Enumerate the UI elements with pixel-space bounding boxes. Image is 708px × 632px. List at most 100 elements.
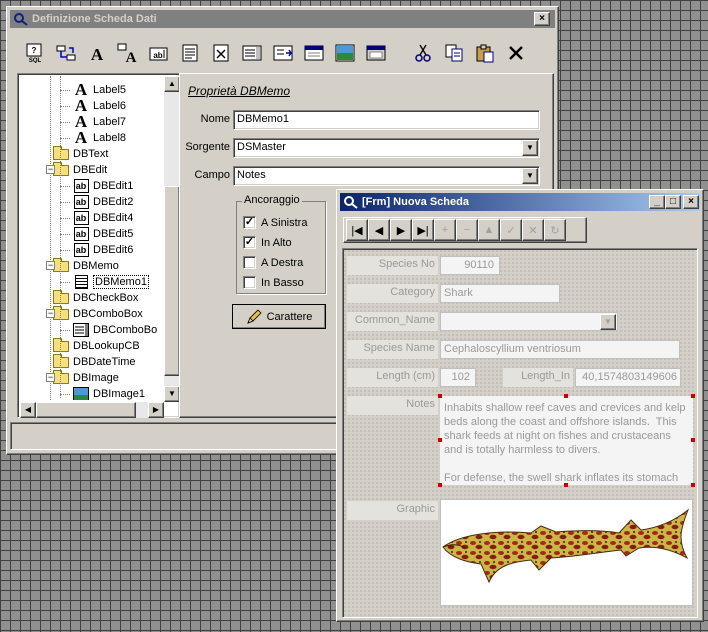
cancel-record-button[interactable]: ✕ bbox=[522, 219, 544, 241]
expand-toggle-icon[interactable]: − bbox=[46, 165, 55, 174]
memo-tool-button[interactable] bbox=[174, 39, 205, 67]
tree-vertical-scrollbar[interactable]: ▲ ▼ bbox=[164, 76, 180, 402]
prior-record-button[interactable]: ◀ bbox=[368, 219, 390, 241]
main-close-button[interactable]: × bbox=[534, 12, 550, 26]
fields-tool-button[interactable] bbox=[50, 39, 81, 67]
edit-record-button[interactable]: ▲ bbox=[478, 219, 500, 241]
campo-select[interactable]: Notes ▼ bbox=[233, 166, 540, 186]
species-no-field[interactable]: 90110 bbox=[440, 256, 500, 275]
tree-item[interactable]: DBLookupCB bbox=[52, 337, 140, 354]
graphic-image-field[interactable] bbox=[440, 499, 693, 606]
expand-toggle-icon[interactable]: − bbox=[46, 309, 55, 318]
checkbox-empty-icon[interactable] bbox=[243, 276, 256, 289]
tree-item[interactable]: DBImage bbox=[52, 369, 119, 386]
delete-tool-button[interactable] bbox=[500, 39, 531, 67]
carattere-button[interactable]: Carattere bbox=[232, 304, 326, 329]
checkmark-icon[interactable]: ✓ bbox=[243, 216, 256, 229]
form-title-bar[interactable]: [Frm] Nuova Scheda bbox=[340, 193, 700, 211]
length-cm-field[interactable]: 102 bbox=[440, 368, 476, 387]
tree-item[interactable]: ab DBEdit2 bbox=[72, 194, 133, 210]
delete-record-button[interactable]: − bbox=[456, 219, 478, 241]
edit-tool-button[interactable]: ab bbox=[143, 39, 174, 67]
chevron-down-icon[interactable]: ▼ bbox=[522, 168, 538, 184]
selection-handle[interactable] bbox=[438, 394, 442, 398]
category-field[interactable]: Shark bbox=[440, 284, 560, 303]
selection-handle[interactable] bbox=[564, 394, 568, 398]
tree-connector bbox=[60, 234, 70, 235]
selection-handle[interactable] bbox=[691, 438, 695, 442]
image-tool-button[interactable] bbox=[329, 39, 360, 67]
notes-memo[interactable]: Inhabits shallow reef caves and crevices… bbox=[440, 396, 693, 485]
scroll-down-icon[interactable]: ▼ bbox=[164, 386, 180, 402]
maximize-button[interactable]: □ bbox=[665, 195, 681, 209]
tree-item[interactable]: ab DBEdit5 bbox=[72, 226, 133, 242]
tree-item-label: DBEdit2 bbox=[93, 196, 134, 208]
first-record-icon: |◀ bbox=[351, 224, 363, 237]
tree-item[interactable]: ab DBEdit6 bbox=[72, 242, 133, 258]
nome-input[interactable]: DBMemo1 bbox=[233, 110, 540, 130]
anchor-checkbox[interactable]: A Destra bbox=[243, 256, 303, 269]
expand-toggle-icon[interactable]: − bbox=[46, 261, 55, 270]
tree-item[interactable]: DBMemo bbox=[52, 257, 119, 274]
scroll-right-icon[interactable]: ▶ bbox=[148, 402, 164, 418]
lookup-tool-button[interactable] bbox=[267, 39, 298, 67]
tree-item[interactable]: ab DBEdit1 bbox=[72, 178, 133, 194]
minimize-button[interactable]: _ bbox=[649, 195, 665, 209]
date-tool-button[interactable] bbox=[298, 39, 329, 67]
tree-item-label: Label5 bbox=[93, 84, 127, 96]
campo-value: Notes bbox=[237, 169, 266, 181]
post-record-button[interactable]: ✓ bbox=[500, 219, 522, 241]
tree-item[interactable]: DBComboBo bbox=[72, 322, 157, 338]
selection-handle[interactable] bbox=[691, 394, 695, 398]
edit-record-icon: ▲ bbox=[483, 224, 495, 236]
copy-tool-button[interactable] bbox=[438, 39, 469, 67]
hscroll-thumb[interactable] bbox=[36, 402, 136, 418]
tree-item[interactable]: DBDateTime bbox=[52, 353, 136, 370]
anchor-checkbox[interactable]: In Basso bbox=[243, 276, 304, 289]
form-title-text: [Frm] Nuova Scheda bbox=[362, 196, 469, 208]
tree-horizontal-scrollbar[interactable]: ◀ ▶ bbox=[20, 402, 164, 418]
tree-item[interactable]: A Label8 bbox=[72, 129, 126, 146]
big-label-tool-button[interactable]: A bbox=[112, 39, 143, 67]
tree-item[interactable]: ab DBEdit4 bbox=[72, 210, 133, 226]
first-record-button[interactable]: |◀ bbox=[346, 219, 368, 241]
main-title-bar[interactable]: Definizione Scheda Dati bbox=[10, 10, 555, 28]
checkbox-tool-button[interactable] bbox=[205, 39, 236, 67]
length-in-field[interactable]: 40,1574803149606 bbox=[575, 368, 681, 387]
insert-record-button[interactable]: + bbox=[434, 219, 456, 241]
properties-title: Proprietà DBMemo bbox=[188, 84, 291, 98]
tree-item[interactable]: DBMemo1 bbox=[72, 274, 149, 290]
paste-tool-button[interactable] bbox=[469, 39, 500, 67]
next-record-button[interactable]: ▶ bbox=[390, 219, 412, 241]
panel-tool-button[interactable] bbox=[360, 39, 391, 67]
selection-handle[interactable] bbox=[691, 483, 695, 487]
main-toolbar: ? SQL A Aab bbox=[15, 35, 550, 71]
scroll-up-icon[interactable]: ▲ bbox=[164, 76, 180, 92]
anchor-checkbox[interactable]: ✓ In Alto bbox=[243, 236, 292, 249]
checkbox-empty-icon[interactable] bbox=[243, 256, 256, 269]
form-close-button[interactable]: × bbox=[683, 195, 699, 209]
sorgente-select[interactable]: DSMaster ▼ bbox=[233, 138, 540, 158]
scroll-left-icon[interactable]: ◀ bbox=[20, 402, 36, 418]
cut-tool-button[interactable] bbox=[407, 39, 438, 67]
selection-handle[interactable] bbox=[438, 438, 442, 442]
anchor-checkbox[interactable]: ✓ A Sinistra bbox=[243, 216, 307, 229]
selection-handle[interactable] bbox=[564, 483, 568, 487]
chevron-down-icon[interactable]: ▼ bbox=[600, 314, 616, 330]
last-record-button[interactable]: ▶| bbox=[412, 219, 434, 241]
checkmark-icon[interactable]: ✓ bbox=[243, 236, 256, 249]
refresh-records-button[interactable]: ↻ bbox=[544, 219, 566, 241]
sql-query-tool-button[interactable]: ? SQL bbox=[19, 39, 50, 67]
common-name-select[interactable]: ▼ bbox=[440, 312, 618, 331]
expand-toggle-icon[interactable]: − bbox=[46, 373, 55, 382]
component-tree[interactable]: A Label5 A Label6 A Label7 A Label8 DBText DBEdit… bbox=[20, 76, 163, 400]
tree-item[interactable]: DBCheckBox bbox=[52, 289, 138, 306]
label-tool-button[interactable]: A bbox=[81, 39, 112, 67]
chevron-down-icon[interactable]: ▼ bbox=[522, 140, 538, 156]
scroll-thumb[interactable] bbox=[164, 186, 180, 376]
tree-item[interactable]: DBImage1 bbox=[72, 386, 145, 400]
combo-tool-button[interactable] bbox=[236, 39, 267, 67]
species-name-field[interactable]: Cephaloscyllium ventriosum bbox=[440, 340, 680, 359]
tree-item[interactable]: DBComboBox bbox=[52, 305, 143, 322]
selection-handle[interactable] bbox=[438, 483, 442, 487]
